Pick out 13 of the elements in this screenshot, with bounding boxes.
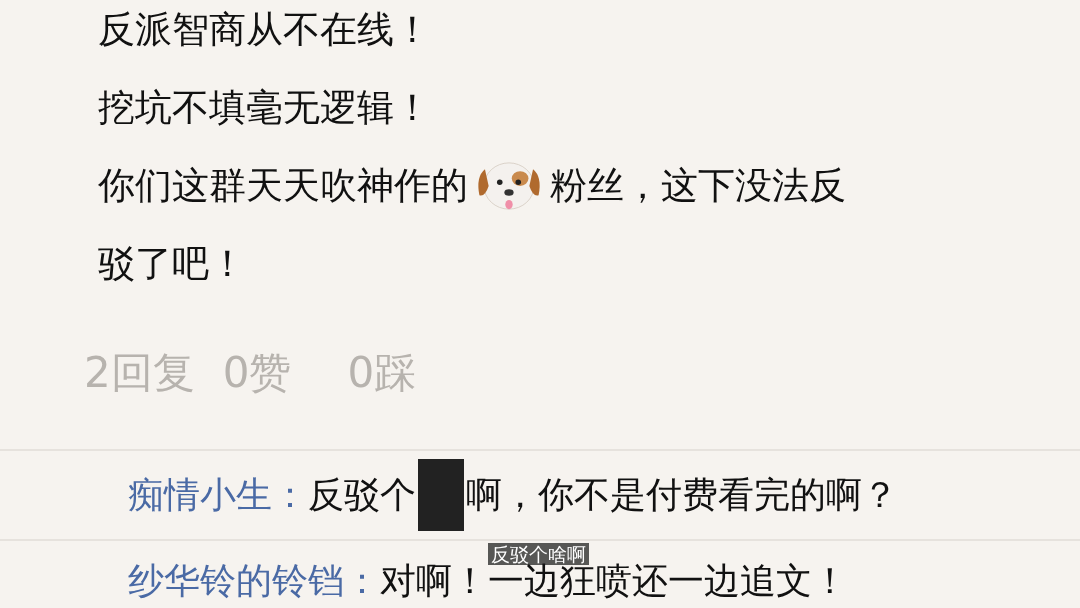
- reply-count[interactable]: 2回复: [84, 345, 195, 401]
- reply-username[interactable]: 痴情小生：: [128, 470, 308, 520]
- post-text: 反派智商从不在线！: [98, 7, 432, 53]
- reply-text: 啊，你不是付费看完的啊？: [466, 472, 898, 517]
- like-count[interactable]: 0赞: [222, 345, 292, 401]
- reply-text: 反驳个: [308, 472, 416, 517]
- dislike-count[interactable]: 0踩: [347, 345, 417, 401]
- post-text: 驳了吧！: [98, 241, 247, 287]
- reply-text: 对啊！一边狂喷还一边追文！: [380, 563, 848, 599]
- post-text: 你们这群天天吹神作的 粉丝，这下没法反: [98, 147, 1080, 225]
- post-text: 挖坑不填毫无逻辑！: [98, 85, 432, 131]
- reply-username[interactable]: 纱华铃的铃铛：: [128, 563, 380, 599]
- video-subtitle: 反驳个啥啊: [488, 543, 589, 565]
